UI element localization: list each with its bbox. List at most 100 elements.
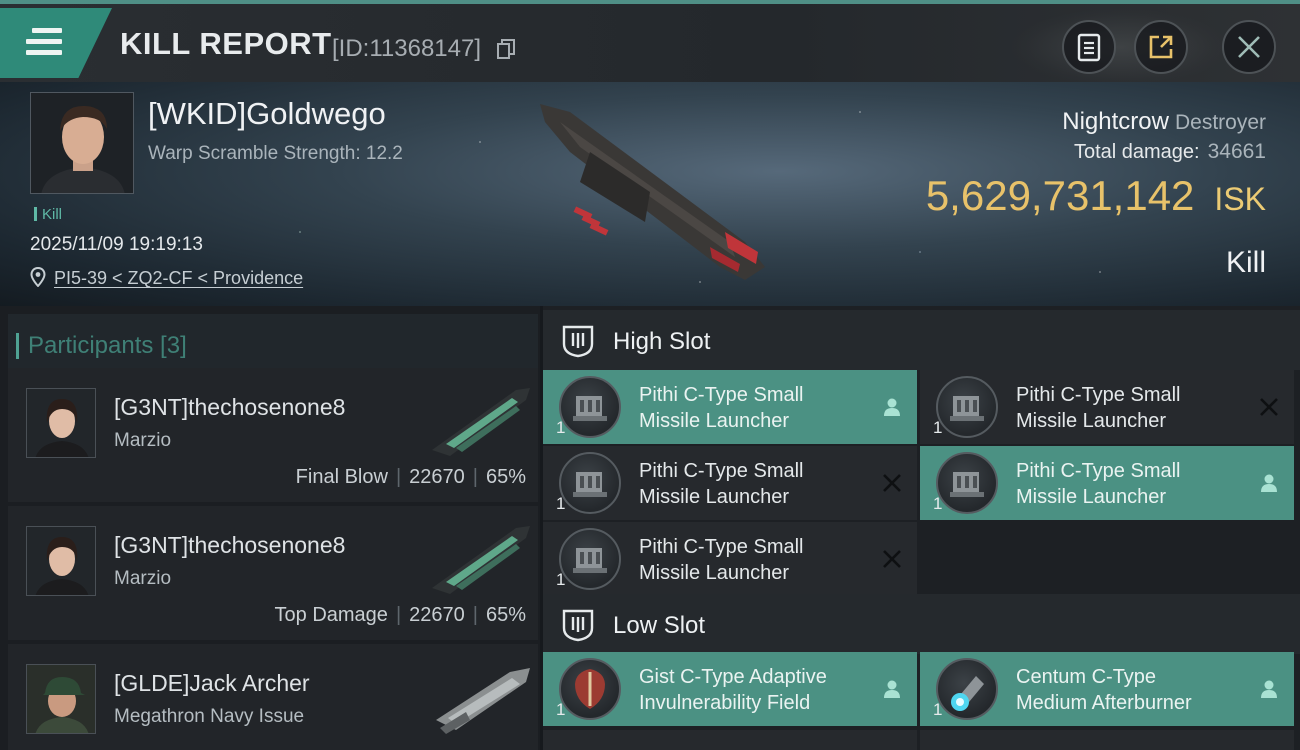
module-item[interactable]: 1 Pithi C-Type Small Missile Launcher [920,446,1294,520]
page-title: KILL REPORT [120,26,332,61]
top-bar: KILL REPORT [ID:11368147] [0,0,1300,86]
participant-name: [G3NT]thechosenone8 [114,532,346,558]
menu-button[interactable] [0,8,112,78]
dropped-person-icon [1261,680,1277,698]
warp-scramble-strength: Warp Scramble Strength: 12.2 [148,143,403,164]
participant-avatar: i [26,664,96,734]
module-quantity: 1 [933,700,943,719]
high-slot-header: High Slot [543,310,1300,370]
module-item[interactable]: 1 Gist C-Type Adaptive Invulnerability Fi… [543,652,917,726]
share-button[interactable] [1134,20,1188,74]
missile-launcher-icon [936,376,998,438]
missile-launcher-icon [559,376,621,438]
dropped-person-icon [884,680,900,698]
participant-avatar [26,388,96,458]
isk-amount: 5,629,731,142 [925,172,1195,219]
module-item-partial[interactable] [920,730,1294,750]
victim-ship[interactable]: Nightcrow Destroyer [1062,108,1266,136]
module-quantity: 1 [933,494,943,513]
participant-avatar [26,526,96,596]
participants-title: Participants [3] [16,332,187,359]
report-id: [ID:11368147] [332,35,482,62]
isk-unit: ISK [1214,181,1266,217]
participant-ship-image [436,668,530,734]
module-quantity: 1 [556,494,566,513]
participant-name: [G3NT]thechosenone8 [114,394,346,420]
participant-badge: i [95,723,96,734]
close-button[interactable] [1222,20,1276,74]
kill-tag: Kill [34,206,62,223]
module-quantity: 1 [556,418,566,437]
participants-panel: Participants [3] [G3NT]thechosenone8 Mar… [0,306,540,750]
kill-location-link[interactable]: PI5-39 < ZQ2-CF < Providence [54,268,303,289]
destroyed-x-icon [1260,398,1278,416]
module-name: Pithi C-Type Small Missile Launcher [639,460,804,508]
module-item[interactable]: 1 Centum C-Type Medium Afterburner [920,652,1294,726]
module-item[interactable]: 1 Pithi C-Type Small Missile Launcher [543,522,917,596]
total-damage-value: 34661 [1207,140,1266,163]
total-damage-label: Total damage: [1073,141,1200,163]
copy-icon[interactable] [497,39,515,59]
participant-stats: Top Damage | 22670 | 65% [274,604,526,626]
module-name: Pithi C-Type Small Missile Launcher [1016,384,1181,432]
module-name: Pithi C-Type Small Missile Launcher [1016,460,1181,508]
participant-damage: 22670 [409,604,465,626]
high-slot-label: High Slot [613,328,711,355]
missile-launcher-icon [559,528,621,590]
module-quantity: 1 [556,570,566,589]
victim-name[interactable]: [WKID]Goldwego [148,96,386,132]
hamburger-menu-icon [26,28,62,56]
participant-row[interactable]: [G3NT]thechosenone8 Marzio Top Damage | 22… [8,506,538,640]
high-slot-icon [562,325,594,358]
victim-banner: [WKID]Goldwego Warp Scramble Strength: 1… [0,82,1300,306]
victim-ship-class: Destroyer [1174,111,1266,134]
participant-stats: Final Blow | 22670 | 65% [295,466,526,488]
module-quantity: 1 [933,418,943,437]
participant-ship: Marzio [114,430,172,451]
isk-value: 5,629,731,142 ISK [926,172,1266,220]
shield-field-icon [559,658,621,720]
module-item-partial[interactable] [543,730,917,750]
participant-role: Final Blow [295,466,388,488]
participant-row[interactable]: i [GLDE]Jack Archer Megathron Navy Issue [8,644,538,750]
participant-ship: Megathron Navy Issue [114,706,305,727]
missile-launcher-icon [936,452,998,514]
kill-datetime: 2025/11/09 19:19:13 [30,234,203,255]
kill-outcome: Kill [1225,246,1266,279]
module-quantity: 1 [556,700,566,719]
afterburner-icon [936,658,998,720]
clipboard-icon [1077,33,1101,62]
fitting-panel: High Slot 1 Pithi C-Type Small Missile La… [543,306,1300,750]
module-name: Pithi C-Type Small Missile Launcher [639,536,804,584]
destroyed-x-icon [883,474,901,492]
participant-percent: 65% [485,466,526,488]
header-decoration [1010,8,1230,86]
participant-ship: Marzio [114,568,172,589]
close-icon [1238,36,1260,58]
location-pin-icon [30,267,46,287]
participant-row[interactable]: [G3NT]thechosenone8 Marzio Final Blow | 22… [8,368,538,502]
participant-name: [GLDE]Jack Archer [114,670,310,696]
participants-header: Participants [3] [8,314,538,372]
share-export-icon [1149,35,1173,59]
low-slot-label: Low Slot [613,612,706,639]
low-slot-icon [562,609,594,642]
total-damage: Total damage: 34661 [1074,140,1266,164]
module-name: Gist C-Type Adaptive Invulnerability Fiel… [639,666,827,714]
module-item[interactable]: 1 Pithi C-Type Small Missile Launcher [920,370,1294,444]
participant-role: Top Damage [274,604,388,626]
module-name: Centum C-Type Medium Afterburner [1016,666,1192,714]
victim-avatar[interactable] [30,92,134,194]
participant-percent: 65% [485,604,526,626]
dropped-person-icon [1261,474,1277,492]
dropped-person-icon [884,398,900,416]
clipboard-button[interactable] [1062,20,1116,74]
module-item[interactable]: 1 Pithi C-Type Small Missile Launcher [543,446,917,520]
missile-launcher-icon [559,452,621,514]
participant-damage: 22670 [409,466,465,488]
participant-ship-image [432,388,530,456]
module-name: Pithi C-Type Small Missile Launcher [639,384,804,432]
low-slot-header: Low Slot [543,594,1300,654]
module-item[interactable]: 1 Pithi C-Type Small Missile Launcher [543,370,917,444]
victim-ship-name: Nightcrow [1062,108,1169,135]
